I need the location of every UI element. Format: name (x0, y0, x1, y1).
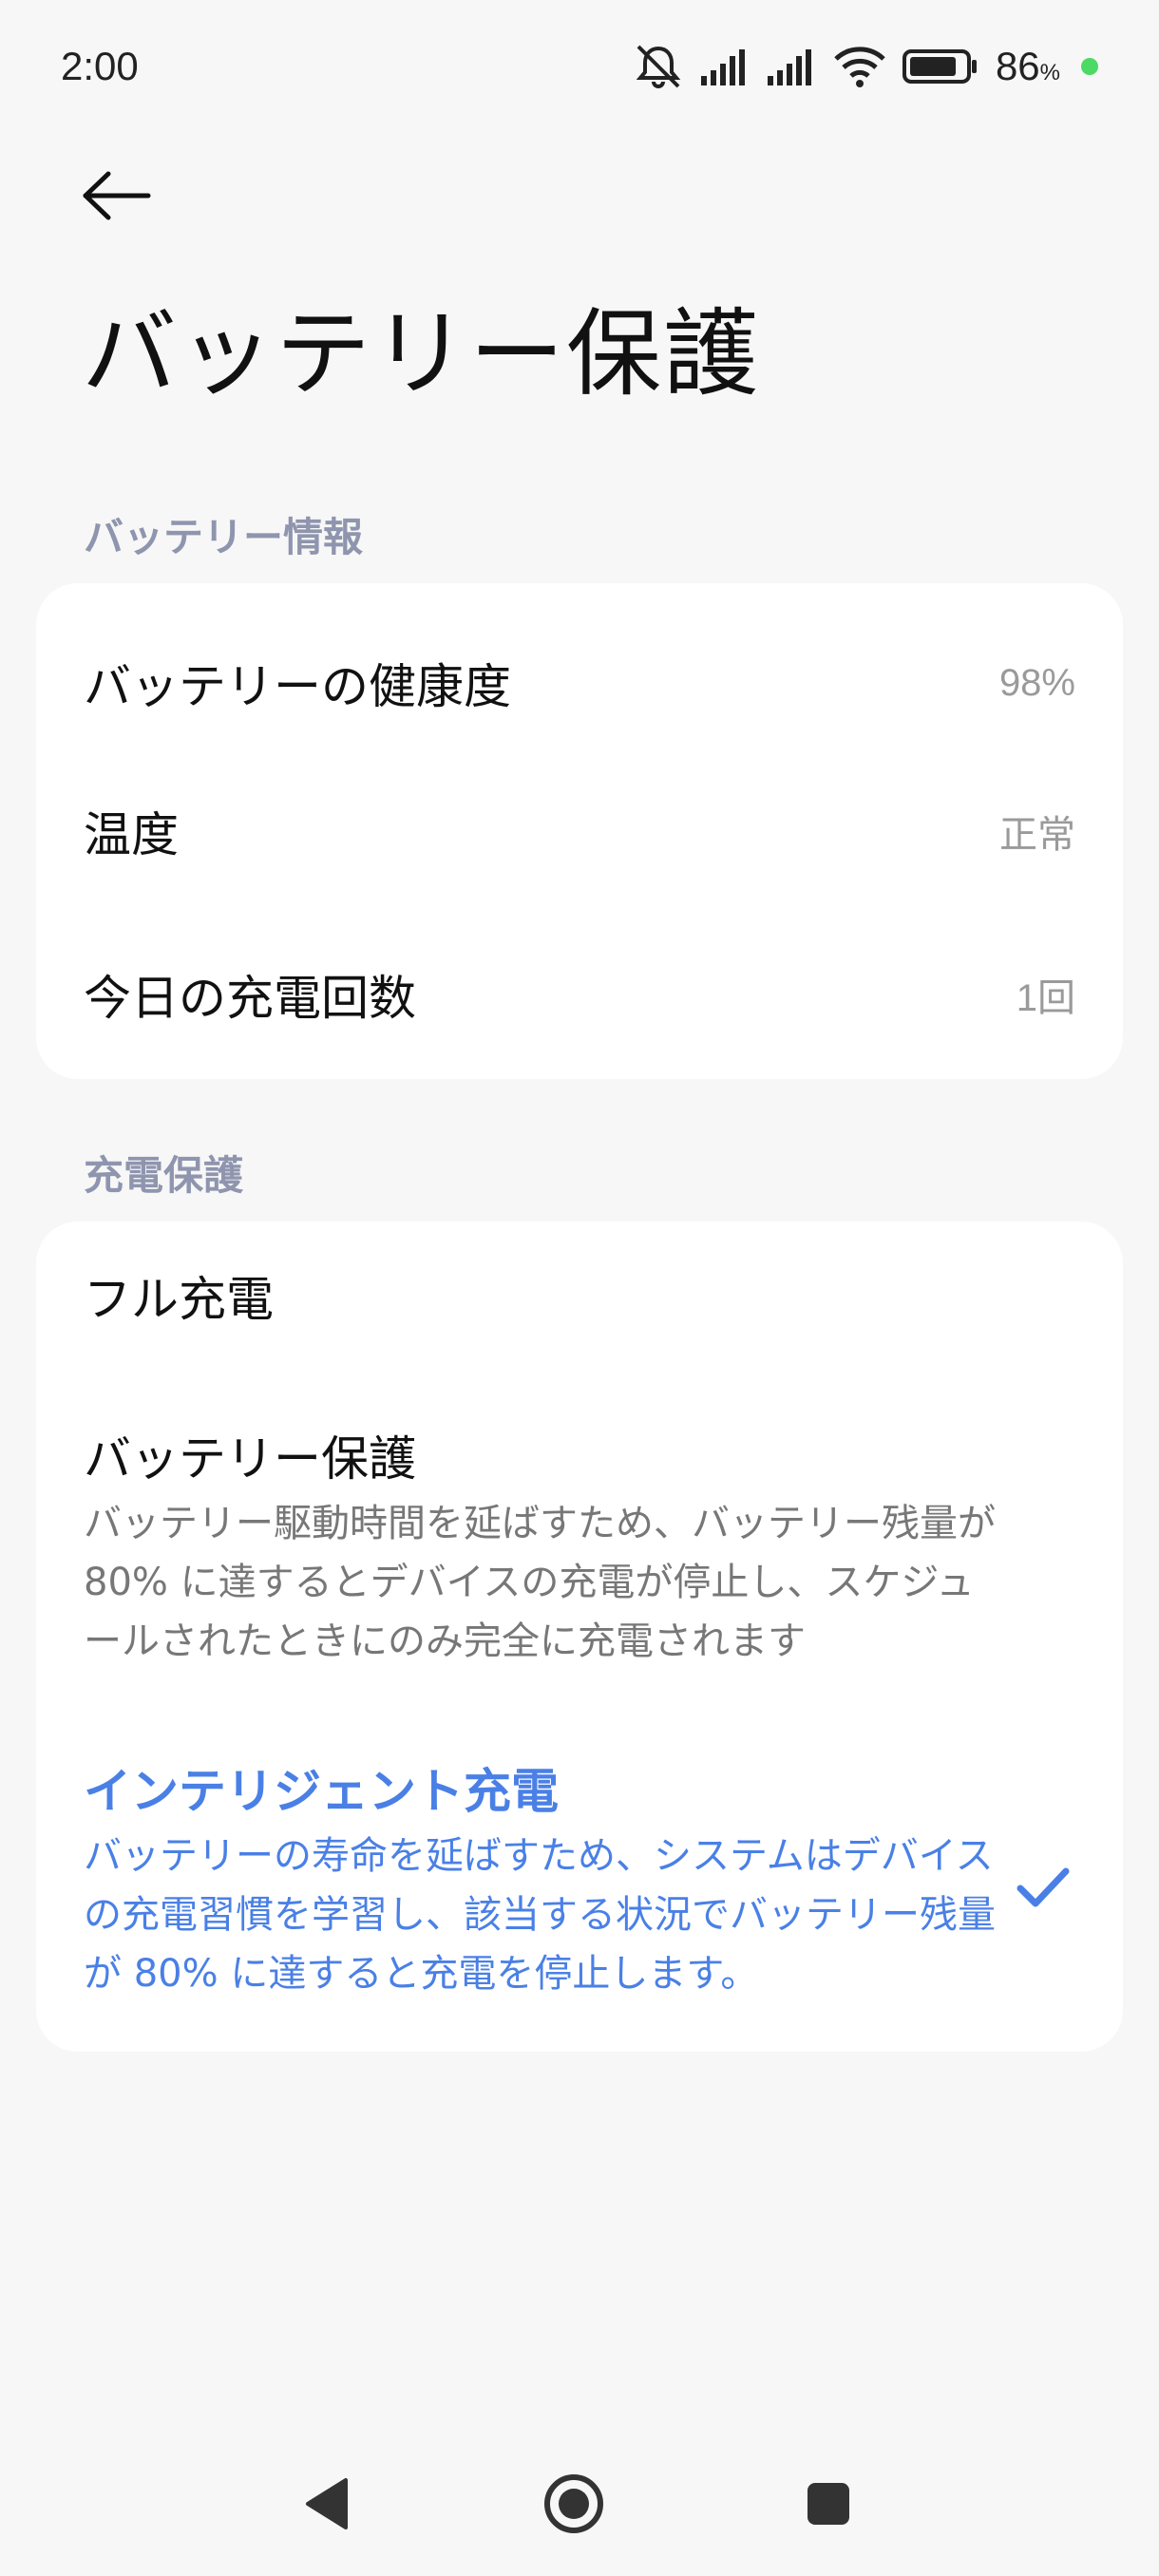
row-charge-count: 今日の充電回数 1回 (36, 923, 1123, 1066)
back-arrow-icon (83, 171, 151, 220)
option-battery-protection[interactable]: バッテリー保護 バッテリー駆動時間を延ばすため、バッテリー残量が 80% に達す… (84, 1429, 1075, 1671)
row-value: 98% (998, 661, 1075, 704)
option-full-charge[interactable]: フル充電 (84, 1269, 1075, 1331)
signal-icon (700, 47, 750, 85)
mute-icon (633, 43, 684, 90)
signal-icon (767, 47, 817, 85)
section-label-charge-protection: 充電保護 (84, 1152, 244, 1199)
wifi-icon (834, 46, 885, 87)
battery-icon (902, 47, 978, 85)
option-intelligent-charging[interactable]: インテリジェント充電 バッテリーの寿命を延ばすため、システムはデバイスの充電習慣… (84, 1761, 1075, 2003)
battery-info-card: バッテリーの健康度 98% 温度 正常 今日の充電回数 1回 (36, 583, 1123, 1079)
section-label-battery-info: バッテリー情報 (84, 514, 364, 560)
row-temperature: 温度 正常 (36, 760, 1123, 902)
status-time: 2:00 (61, 44, 139, 88)
nav-home-button[interactable] (534, 2464, 614, 2544)
recents-square-icon (808, 2483, 849, 2525)
status-bar: 2:00 86% (0, 0, 1159, 133)
nav-back-button[interactable] (291, 2464, 361, 2544)
option-title: インテリジェント充電 (84, 1764, 559, 1819)
page-title: バッテリー保護 (82, 298, 760, 409)
battery-protection-screen: 2:00 86% バッテリー保護 バッテリー情報 バッテリーの健康度 98% 温… (0, 0, 1159, 2576)
row-value: 1回 (1016, 977, 1075, 1019)
nav-recents-button[interactable] (788, 2464, 868, 2544)
charging-indicator (1081, 58, 1098, 75)
back-button[interactable] (74, 158, 160, 234)
charge-protection-card: フル充電 バッテリー保護 バッテリー駆動時間を延ばすため、バッテリー残量が 80… (36, 1222, 1123, 2052)
option-description: バッテリー駆動時間を延ばすため、バッテリー残量が 80% に達するとデバイスの充… (84, 1502, 996, 1663)
row-label: 今日の充電回数 (84, 971, 416, 1026)
row-label: バッテリーの健康度 (84, 659, 511, 714)
back-triangle-icon (306, 2478, 348, 2529)
option-title: フル充電 (84, 1272, 274, 1327)
home-circle-icon (544, 2474, 603, 2533)
battery-percent: 86% (995, 44, 1060, 88)
row-label: 温度 (84, 807, 179, 862)
status-icons: 86% (633, 43, 1098, 90)
option-description: バッテリーの寿命を延ばすため、システムはデバイスの充電習慣を学習し、該当する状況… (84, 1834, 996, 1996)
checkmark-icon (1016, 1866, 1070, 1913)
row-battery-health: バッテリーの健康度 98% (36, 612, 1123, 754)
row-value: 正常 (999, 814, 1075, 856)
option-title: バッテリー保護 (84, 1431, 416, 1487)
